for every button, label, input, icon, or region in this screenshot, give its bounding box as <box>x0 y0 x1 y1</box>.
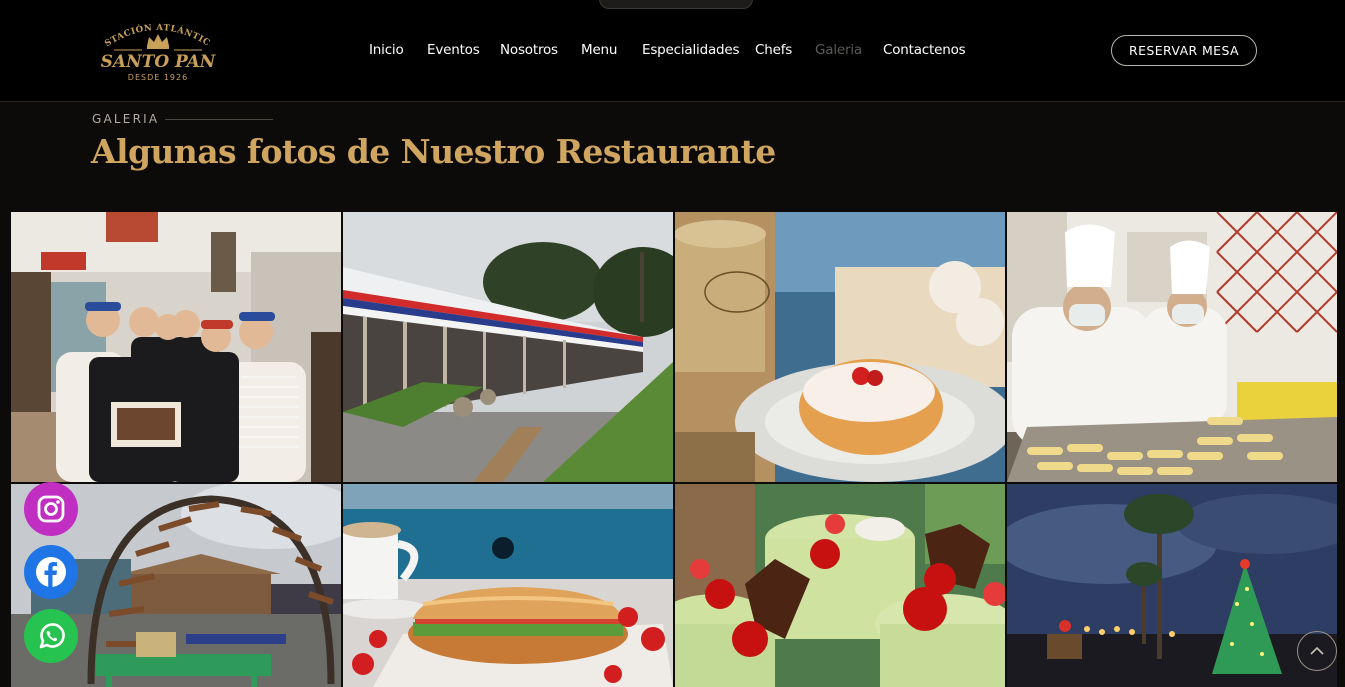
logo-since: DESDE 1926 <box>128 73 188 82</box>
section-label: GALERIA <box>92 112 160 126</box>
facebook-icon <box>36 557 66 587</box>
gallery-photo-christmas[interactable] <box>1007 484 1337 687</box>
nav-nosotros[interactable]: Nosotros <box>500 42 558 58</box>
reserve-table-button[interactable]: RESERVAR MESA <box>1111 35 1257 66</box>
gallery-photo-station[interactable] <box>343 212 673 482</box>
nav-especialidades[interactable]: Especialidades <box>642 42 740 58</box>
scroll-top-button[interactable] <box>1297 631 1337 671</box>
whatsapp-button[interactable] <box>24 609 78 663</box>
nav-chefs[interactable]: Chefs <box>755 42 792 58</box>
nav-contactenos[interactable]: Contactenos <box>883 42 966 58</box>
top-tab <box>599 0 753 9</box>
logo[interactable]: ESTACIÓN ATLÁNTICO SANTO PAN DESDE 1926 <box>90 13 222 84</box>
nav-eventos[interactable]: Eventos <box>427 42 480 58</box>
instagram-button[interactable] <box>24 482 78 536</box>
gallery-photo-donut[interactable] <box>675 212 1005 482</box>
photo-gallery <box>11 212 1338 687</box>
section-title: Algunas fotos de Nuestro Restaurante <box>91 132 776 171</box>
nav-menu[interactable]: Menu <box>581 42 617 58</box>
gallery-photo-desserts[interactable] <box>675 484 1005 687</box>
gallery-photo-sandwich[interactable] <box>343 484 673 687</box>
logo-graphic: ESTACIÓN ATLÁNTICO SANTO PAN DESDE 1926 <box>90 13 217 82</box>
chevron-up-icon <box>1310 646 1324 655</box>
gallery-photo-bakers[interactable] <box>1007 212 1337 482</box>
site-header: ESTACIÓN ATLÁNTICO SANTO PAN DESDE 1926 … <box>0 0 1345 102</box>
gallery-photo-staff[interactable] <box>11 212 341 482</box>
nav-inicio[interactable]: Inicio <box>369 42 404 58</box>
facebook-button[interactable] <box>24 545 78 599</box>
section-label-line <box>165 119 273 120</box>
instagram-icon <box>37 495 65 523</box>
whatsapp-icon <box>39 623 65 649</box>
nav-galeria[interactable]: Galeria <box>815 42 862 58</box>
logo-name: SANTO PAN <box>101 52 217 72</box>
